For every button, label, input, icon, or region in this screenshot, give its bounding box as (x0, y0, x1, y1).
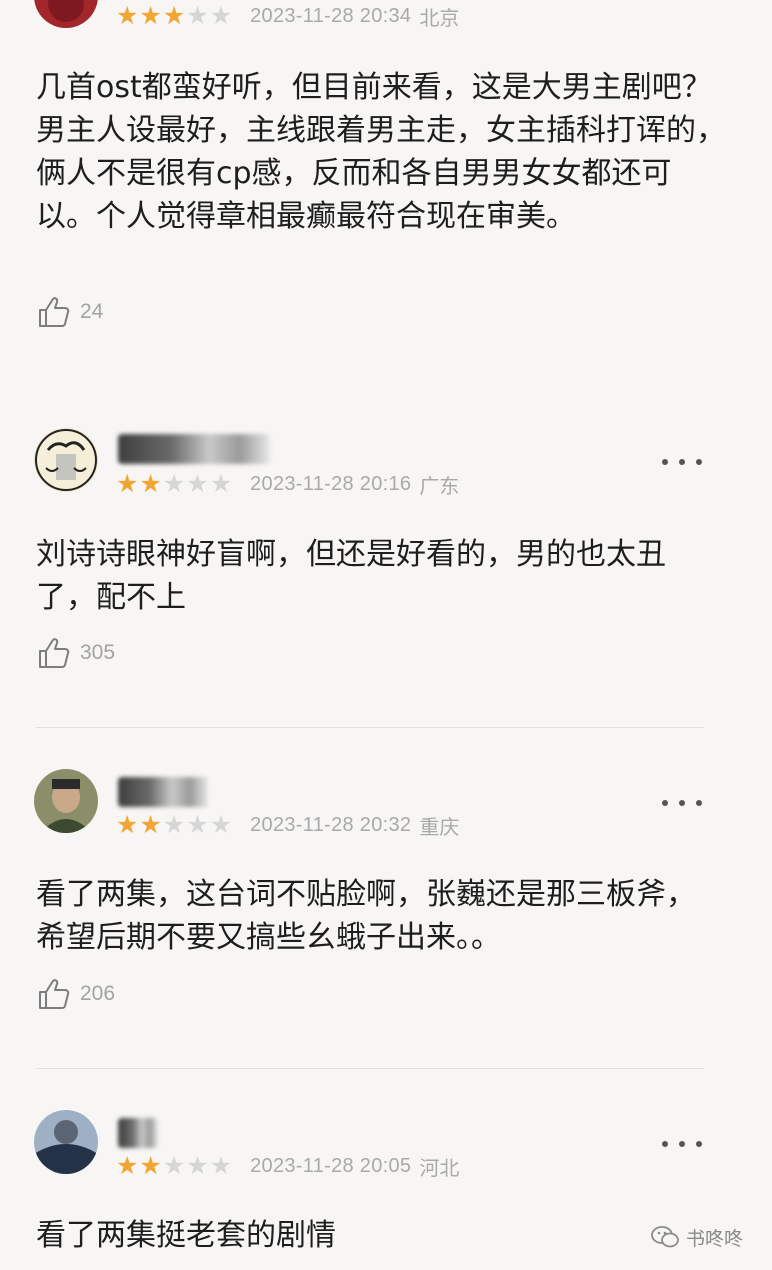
watermark: 书咚咚 (650, 1222, 743, 1252)
more-button[interactable] (662, 455, 702, 469)
divider (36, 727, 704, 728)
username-blurred[interactable] (118, 434, 270, 464)
divider (36, 1068, 704, 1069)
star-icon: ★ (186, 1151, 209, 1180)
comment-text: 看了两集，这台词不贴脸啊，张巍还是那三板斧，希望后期不要又搞些幺蛾子出来。。 (36, 877, 696, 955)
comment-date: 2023-11-28 20:32 (250, 813, 412, 836)
rating-stars: ★ ★ ★ ★ ★ (116, 810, 232, 840)
more-dots-icon (662, 459, 668, 465)
like-button[interactable]: 24 (36, 292, 103, 332)
like-button[interactable]: 206 (36, 974, 115, 1014)
star-icon: ★ (139, 810, 162, 839)
star-icon: ★ (116, 469, 139, 498)
watermark-text: 书咚咚 (686, 1227, 744, 1250)
like-count: 305 (80, 641, 116, 664)
star-icon: ★ (116, 1, 139, 30)
like-count: 206 (80, 982, 116, 1005)
more-dots-icon (696, 459, 702, 465)
rating-stars: ★ ★ ★ ★ ★ (116, 1151, 232, 1181)
comment-text: 刘诗诗眼神好盲啊，但还是好看的，男的也太丑了，配不上 (36, 537, 666, 615)
more-dots-icon (696, 1141, 702, 1147)
more-dots-icon (696, 800, 702, 806)
comment-meta: ★ ★ ★ ★ ★ 2023-11-28 20:05 河北 (116, 1151, 459, 1181)
thumbs-up-icon (39, 979, 70, 1009)
more-dots-icon (679, 459, 685, 465)
thumbs-up-icon (39, 297, 70, 327)
comment-text: 看了两集挺老套的剧情 (36, 1218, 336, 1253)
avatar[interactable] (34, 769, 98, 833)
star-icon: ★ (186, 1, 209, 30)
more-button[interactable] (662, 1137, 702, 1151)
username-blurred[interactable] (118, 1118, 158, 1148)
comment-meta: ★ ★ ★ ★ ★ 2023-11-28 20:32 重庆 (116, 810, 459, 840)
star-icon: ★ (139, 1, 162, 30)
comment-list: ★ ★ ★ ★ ★ 2023-11-28 20:34 北京 几首ost都蛮好听，… (0, 0, 772, 1270)
more-dots-icon (662, 800, 668, 806)
comment-location: 重庆 (419, 814, 460, 839)
comment-location: 北京 (419, 5, 460, 30)
star-icon: ★ (162, 469, 186, 498)
wechat-icon (651, 1226, 679, 1248)
like-count: 24 (80, 300, 104, 323)
star-icon: ★ (162, 810, 186, 839)
username-blurred[interactable] (118, 777, 208, 807)
star-icon: ★ (186, 469, 209, 498)
comment-text: 几首ost都蛮好听，但目前来看，这是大男主剧吧？男主人设最好，主线跟着男主走，女… (36, 70, 726, 234)
more-dots-icon (679, 1141, 685, 1147)
comment-meta: ★ ★ ★ ★ ★ 2023-11-28 20:16 广东 (116, 469, 459, 499)
more-dots-icon (662, 1141, 668, 1147)
star-icon: ★ (209, 1, 233, 30)
rating-stars: ★ ★ ★ ★ ★ (116, 469, 232, 499)
comment-location: 广东 (419, 473, 460, 498)
thumbs-up-icon (39, 638, 70, 668)
star-icon: ★ (139, 469, 162, 498)
avatar[interactable] (34, 1110, 98, 1174)
more-dots-icon (679, 800, 685, 806)
rating-stars: ★ ★ ★ ★ ★ (116, 1, 232, 31)
comment-date: 2023-11-28 20:34 (250, 4, 412, 27)
comment-date: 2023-11-28 20:16 (250, 472, 412, 495)
comment-meta: ★ ★ ★ ★ ★ 2023-11-28 20:34 北京 (116, 1, 459, 31)
star-icon: ★ (209, 1151, 233, 1180)
like-button[interactable]: 305 (36, 633, 115, 673)
star-icon: ★ (139, 1151, 162, 1180)
star-icon: ★ (162, 1, 186, 30)
star-icon: ★ (209, 810, 233, 839)
star-icon: ★ (162, 1151, 186, 1180)
star-icon: ★ (186, 810, 209, 839)
star-icon: ★ (116, 810, 139, 839)
more-button[interactable] (662, 796, 702, 810)
star-icon: ★ (116, 1151, 139, 1180)
comment-location: 河北 (419, 1155, 460, 1180)
avatar[interactable] (34, 428, 98, 492)
comment-date: 2023-11-28 20:05 (250, 1154, 412, 1177)
avatar[interactable] (34, 0, 98, 28)
star-icon: ★ (209, 469, 233, 498)
